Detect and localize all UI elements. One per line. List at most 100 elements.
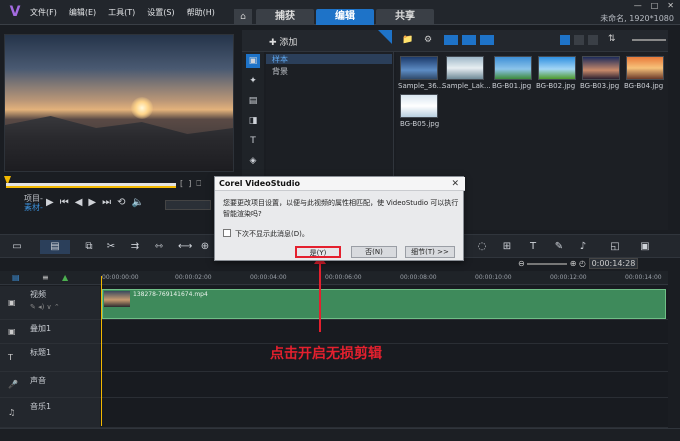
image-filter-icon[interactable] [462,35,476,45]
thumb-size-slider[interactable] [632,39,666,41]
track-manager-icon[interactable]: ▤ [12,273,20,282]
list-view-icon[interactable] [560,35,570,45]
play-icon[interactable]: ▶ [46,197,54,208]
sort-icon[interactable]: ⇅ [608,34,616,44]
menu-help[interactable]: 帮助(H) [187,7,215,18]
ruler-tick: 00:00:08:00 [400,274,437,281]
subtitle-icon[interactable]: ▣ [638,240,652,254]
prev-frame-icon[interactable]: ◀ [75,197,83,208]
zoom-slider[interactable] [527,262,568,265]
trim-icon[interactable]: ⇿ [152,240,166,254]
next-frame-icon[interactable]: ▶ [88,197,96,208]
track-lane-overlay[interactable] [100,320,668,344]
folder-icon[interactable]: 📁 [402,35,413,45]
auto-music-icon[interactable]: ◱ [608,240,622,254]
dont-show-checkbox[interactable] [223,229,231,237]
track-lane-voice[interactable] [100,372,668,398]
thumbnail[interactable] [400,94,438,118]
thumbnail-label: BG-B04.jpg [624,82,664,90]
zoom-out-icon[interactable]: ⊖ [518,259,525,268]
home-icon[interactable]: ⌂ [234,9,252,25]
go-end-icon[interactable]: ⏭ [102,197,111,208]
yes-button[interactable]: 是(Y) [295,246,341,258]
split-icon[interactable]: ✂ [104,240,118,254]
dialog-title: Corel VideoStudio [215,177,465,191]
fit-timeline-icon[interactable]: ◴ [579,259,586,268]
player-mode-labels[interactable]: 项目- 素材- [24,194,43,212]
track-header-music[interactable]: ♫ 音乐1 [0,398,100,428]
volume-icon[interactable]: 🔈 [132,197,144,208]
track-header-video[interactable]: ▣ 视频 ✎ ◂) ∨ ⌃ [0,286,100,320]
cue-icon[interactable]: ▲ [62,273,68,282]
3d-title-icon[interactable]: T [526,240,540,254]
media-icon[interactable]: ▣ [246,54,260,68]
thumbnail[interactable] [626,56,664,80]
fit-icon[interactable]: ⟷ [178,240,192,254]
timeline-ruler[interactable]: 00:00:00:00 00:00:02:00 00:00:04:00 00:0… [100,271,668,285]
thumbnail[interactable] [446,56,484,80]
video-filter-icon[interactable] [444,35,458,45]
add-folder-button[interactable]: ✚ 添加 [269,35,297,48]
menu-settings[interactable]: 设置(S) [147,7,174,18]
audio-filter-icon[interactable] [480,35,494,45]
zoom-in-icon[interactable]: ⊕ [570,259,577,268]
thumbnail[interactable] [582,56,620,80]
no-button[interactable]: 否(N) [351,246,397,258]
project-mode-label[interactable]: 项目- [24,194,43,203]
thumbnail[interactable] [494,56,532,80]
mask-icon[interactable]: ⊞ [500,240,514,254]
filter-icon[interactable]: ◨ [246,114,260,128]
tab-share[interactable]: 共享 [376,9,434,25]
dialog-close-icon[interactable]: ✕ [451,179,459,189]
details-button[interactable]: 细节(T) >> [405,246,455,258]
grid-view-icon[interactable] [574,35,584,45]
thumbnail[interactable] [538,56,576,80]
motion-icon[interactable]: ◌ [475,240,489,254]
close-icon[interactable]: ✕ [667,1,674,10]
settings-icon[interactable]: ⚙ [424,35,432,45]
transition-icon[interactable]: ▤ [246,94,260,108]
undo-icon[interactable]: ⧉ [82,240,96,254]
preview-window[interactable] [4,34,234,172]
redo-icon[interactable]: ⇉ [128,240,142,254]
instant-project-icon[interactable]: ✦ [246,74,260,88]
dont-show-label: 下次不显示此消息(D)。 [235,230,309,238]
tab-capture[interactable]: 捕获 [256,9,314,25]
timecode-display[interactable] [165,200,211,210]
track-header-overlay[interactable]: ▣ 叠加1 [0,320,100,344]
go-start-icon[interactable]: ⏮ [60,197,69,208]
menu-file[interactable]: 文件(F) [30,7,57,18]
folder-sample[interactable]: 样本 [266,54,392,64]
tab-edit[interactable]: 编辑 [316,9,374,25]
music-track-icon: ♫ [8,408,16,417]
track-controls-icon[interactable]: ✎ ◂) ∨ ⌃ [30,303,60,311]
menu-tools[interactable]: 工具(T) [108,7,135,18]
ruler-tick: 00:00:10:00 [475,274,512,281]
chapter-icon[interactable]: ≡ [42,273,49,282]
track-header-title[interactable]: T 标题1 [0,344,100,372]
clip-mode-label[interactable]: 素材- [24,203,43,212]
thumbnail[interactable] [400,56,438,80]
thumbnail-label: BG-B03.jpg [580,82,620,90]
title-icon[interactable]: T [246,134,260,148]
track-header-voice[interactable]: 🎤 声音 [0,372,100,398]
track-lane-music[interactable] [100,398,668,428]
record-icon[interactable]: ⊕ [198,240,212,254]
thumb-view-icon[interactable] [588,35,598,45]
ruler-tick: 00:00:04:00 [250,274,287,281]
repeat-icon[interactable]: ⟲ [117,197,125,208]
maximize-icon[interactable]: □ [651,1,659,10]
graphic-icon[interactable]: ◈ [246,154,260,168]
paint-icon[interactable]: ✎ [552,240,566,254]
storyboard-view-icon[interactable]: ▭ [10,240,24,254]
playhead-line[interactable] [101,276,102,426]
menu-bar: 文件(F) 编辑(E) 工具(T) 设置(S) 帮助(H) [30,7,215,18]
folder-background[interactable]: 背景 [272,66,288,77]
track-lane-title[interactable] [100,344,668,372]
menu-edit[interactable]: 编辑(E) [69,7,96,18]
sound-mixer-icon[interactable]: ♪ [576,240,590,254]
timeline-scrollbar[interactable] [0,428,680,441]
timeline-view-icon[interactable]: ▤ [40,240,70,254]
video-clip[interactable]: 138278-769141674.mp4 [102,289,666,319]
minimize-icon[interactable]: — [634,1,642,10]
